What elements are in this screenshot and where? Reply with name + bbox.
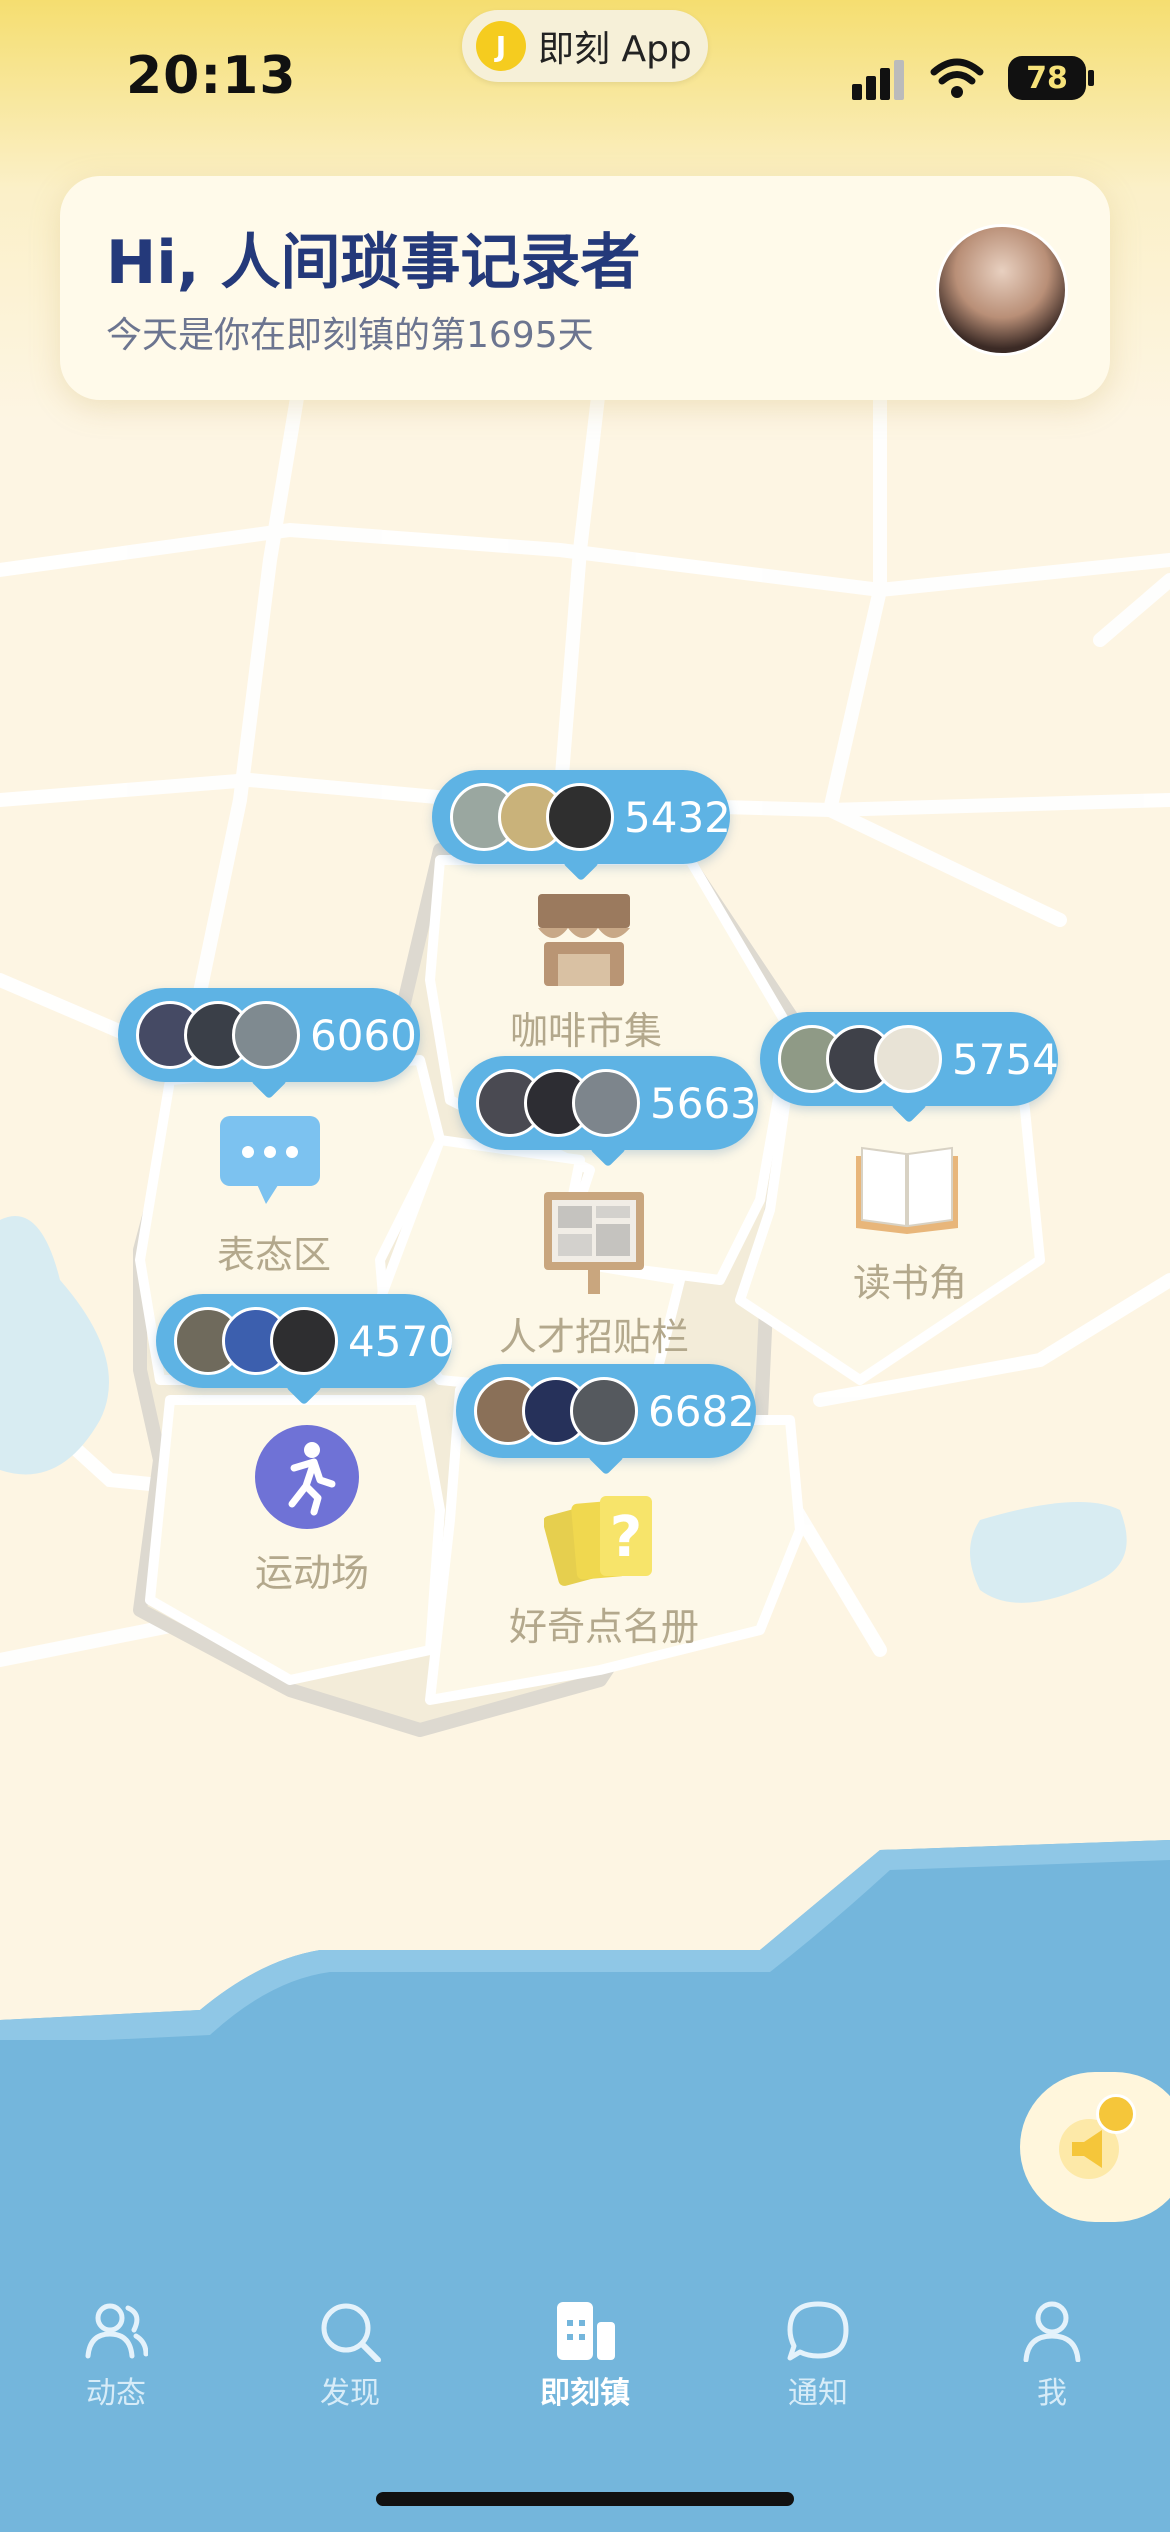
battery-nub — [1088, 70, 1094, 86]
place-label-sports[interactable]: 运动场 — [162, 1542, 462, 1597]
visitor-avatars — [450, 783, 614, 851]
place-label-coffee[interactable]: 咖啡市集 — [436, 1000, 736, 1055]
visitor-avatars — [474, 1377, 638, 1445]
tab-discover[interactable]: 发现 — [260, 2300, 440, 2412]
visitor-count: 6682 — [648, 1386, 755, 1436]
tab-feed[interactable]: 动态 — [26, 2300, 206, 2412]
greeting-title: Hi, 人间琐事记录者 — [106, 228, 641, 298]
sea — [0, 2040, 1170, 2532]
tab-label: 通知 — [788, 2376, 848, 2411]
place-label-jobs[interactable]: 人才招贴栏 — [444, 1306, 744, 1361]
question-cards-icon[interactable]: ? — [544, 1490, 658, 1590]
open-book-icon[interactable] — [852, 1142, 962, 1238]
status-time: 20:13 — [126, 46, 297, 106]
visitor-count: 4570 — [348, 1316, 455, 1366]
avatar[interactable] — [936, 224, 1068, 356]
town-building-icon — [557, 2302, 615, 2360]
visitor-avatars — [778, 1025, 942, 1093]
market-stall-icon[interactable] — [534, 890, 634, 990]
place-bubble-jobs[interactable]: 5663 — [458, 1056, 758, 1168]
visitor-count: 6060 — [310, 1010, 417, 1060]
greeting-subtitle: 今天是你在即刻镇的第1695天 — [106, 315, 594, 356]
chat-bubble-icon[interactable] — [216, 1112, 324, 1208]
tab-label: 动态 — [86, 2376, 146, 2411]
notification-dot — [1096, 2094, 1136, 2134]
visitor-avatars — [136, 1001, 300, 1069]
visitor-count: 5754 — [952, 1034, 1059, 1084]
people-icon — [85, 2303, 148, 2359]
tab-notifications[interactable]: 通知 — [728, 2300, 908, 2412]
visitor-count: 5432 — [624, 792, 731, 842]
place-bubble-coffee[interactable]: 5432 — [432, 770, 731, 882]
search-icon — [321, 2303, 381, 2362]
app-pill-label: 即刻 App — [538, 29, 692, 70]
notice-board-icon[interactable] — [540, 1188, 648, 1294]
place-bubble-opinion[interactable]: 6060 — [118, 988, 420, 1100]
tab-label: 我 — [1037, 2376, 1067, 2411]
place-bubble-reading[interactable]: 5754 — [760, 1012, 1059, 1124]
app-pill[interactable]: J 即刻 App — [462, 10, 708, 82]
tab-label: 发现 — [320, 2376, 380, 2411]
jike-logo-icon: J — [476, 21, 526, 71]
svg-text:?: ? — [610, 1505, 642, 1570]
visitor-avatars — [174, 1307, 338, 1375]
wifi-icon — [930, 58, 984, 98]
person-icon — [1023, 2301, 1081, 2362]
cellular-signal-icon — [852, 60, 904, 100]
place-bubble-curious[interactable]: 6682 — [456, 1364, 756, 1476]
place-label-reading[interactable]: 读书角 — [760, 1252, 1060, 1307]
visitor-avatars — [476, 1069, 640, 1137]
battery-icon: 78 — [1008, 56, 1086, 100]
tab-label: 即刻镇 — [540, 2376, 630, 2411]
tab-me[interactable]: 我 — [962, 2300, 1142, 2412]
speech-bubble-icon — [787, 2301, 849, 2361]
tab-town[interactable]: 即刻镇 — [495, 2300, 675, 2412]
visitor-count: 5663 — [650, 1078, 757, 1128]
home-indicator — [376, 2492, 794, 2506]
place-bubble-sports[interactable]: 4570 — [156, 1294, 455, 1406]
place-label-curious[interactable]: 好奇点名册 — [454, 1596, 754, 1651]
runner-icon[interactable] — [254, 1424, 360, 1530]
place-label-opinion[interactable]: 表态区 — [124, 1224, 424, 1279]
